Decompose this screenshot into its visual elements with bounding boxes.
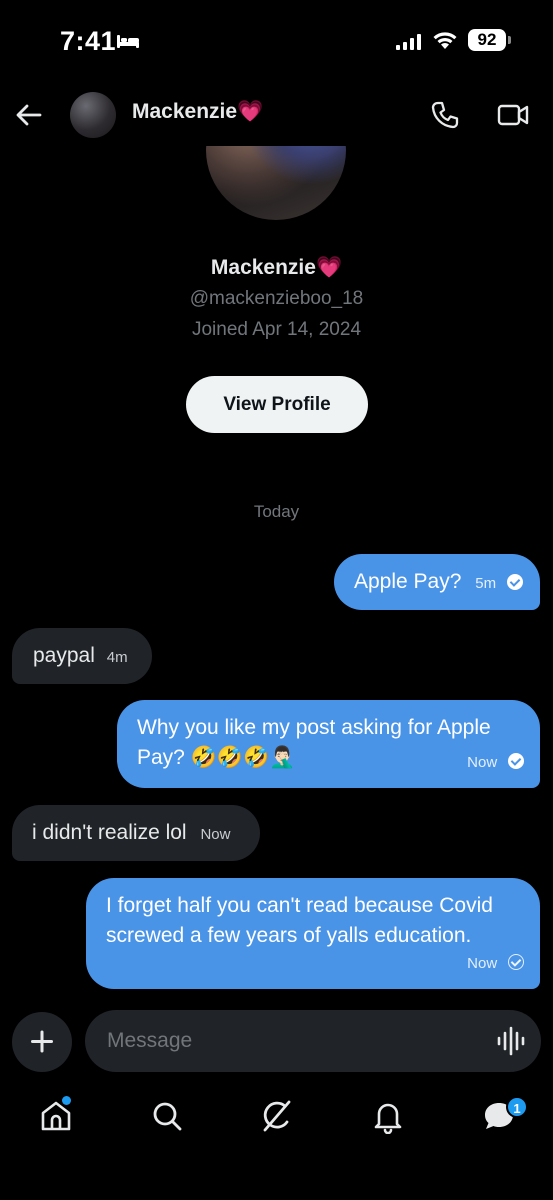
header-avatar[interactable] <box>70 92 116 138</box>
wifi-icon <box>433 32 457 49</box>
search-icon[interactable] <box>149 1098 185 1134</box>
message-text-line: Why you like my post asking for Apple <box>137 716 491 739</box>
sent-receipt-icon <box>508 954 524 971</box>
message-text: Apple Pay? <box>354 570 462 593</box>
bed-icon <box>117 35 139 48</box>
message-time: Now <box>467 955 498 972</box>
read-receipt-icon <box>506 574 523 591</box>
signal-icon <box>396 34 421 50</box>
message-bubble-received[interactable]: paypal 4m <box>12 628 152 684</box>
date-divider: Today <box>253 502 300 521</box>
status-time: 7:41 <box>60 26 117 56</box>
profile-handle: @mackenzieboo_18 <box>189 288 364 309</box>
phone-icon[interactable] <box>430 100 460 130</box>
message-bubble-received[interactable]: i didn't realize lol Now <box>12 805 260 861</box>
plus-icon[interactable] <box>12 1012 72 1072</box>
message-meta: Now <box>467 947 524 979</box>
read-receipt-icon <box>508 753 524 770</box>
message-text: i didn't realize lol <box>32 821 187 844</box>
message-bubble-sent[interactable]: Why you like my post asking for Apple Pa… <box>117 700 540 788</box>
bell-icon[interactable] <box>370 1098 406 1134</box>
message-text-line: I forget half you can't read because Cov… <box>106 894 493 917</box>
profile-name: Mackenzie💗 <box>210 256 343 279</box>
message-time: Now <box>200 826 231 843</box>
video-icon[interactable] <box>497 100 529 130</box>
message-time: 4m <box>106 649 128 666</box>
message-text: paypal <box>33 644 95 667</box>
message-meta: Now <box>467 746 524 778</box>
battery-indicator: 92 <box>468 29 506 51</box>
message-bubble-sent[interactable]: I forget half you can't read because Cov… <box>86 878 540 989</box>
back-arrow-icon[interactable] <box>14 100 44 130</box>
header-name[interactable]: Mackenzie💗 <box>132 100 263 124</box>
messages-badge: 1 <box>506 1096 528 1118</box>
profile-joined-date: Joined Apr 14, 2024 <box>191 319 362 340</box>
message-time: 5m <box>475 575 497 592</box>
view-profile-button[interactable]: View Profile <box>186 376 368 433</box>
battery-tip <box>508 36 511 44</box>
voice-icon[interactable] <box>497 1026 525 1056</box>
message-bubble-sent[interactable]: Apple Pay? 5m <box>334 554 540 610</box>
message-input[interactable] <box>85 1010 541 1072</box>
home-notification-dot <box>62 1096 71 1105</box>
grok-icon[interactable] <box>259 1098 295 1134</box>
status-bar: 7:41 92 <box>0 0 553 80</box>
message-time: Now <box>467 754 498 771</box>
